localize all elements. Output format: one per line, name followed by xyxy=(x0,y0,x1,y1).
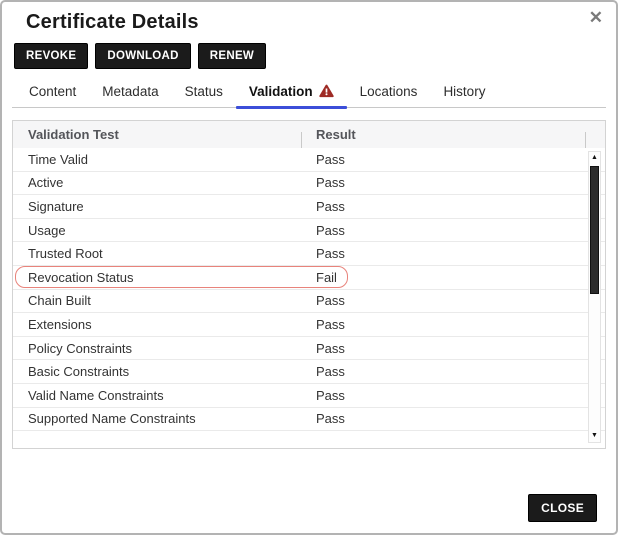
cell-result: Pass xyxy=(301,364,605,379)
table-row[interactable]: Valid Name Constraints Pass xyxy=(13,384,605,408)
cell-test: Extensions xyxy=(13,317,301,332)
cell-result: Pass xyxy=(301,246,605,261)
cell-result: Pass xyxy=(301,317,605,332)
table-row-revocation-status-failed[interactable]: Revocation Status Fail xyxy=(13,266,605,290)
cell-test: Trusted Root xyxy=(13,246,301,261)
cell-result: Pass xyxy=(301,411,605,426)
download-button[interactable]: DOWNLOAD xyxy=(95,43,190,69)
tab-metadata[interactable]: Metadata xyxy=(89,77,171,107)
scroll-down-icon[interactable]: ▼ xyxy=(589,431,600,441)
table-row[interactable]: Chain Built Pass xyxy=(13,290,605,314)
close-icon[interactable]: ✕ xyxy=(589,8,603,28)
table-row[interactable]: Policy Constraints Pass xyxy=(13,337,605,361)
cell-test: Active xyxy=(13,175,301,190)
warning-triangle-icon xyxy=(319,84,334,98)
cell-result: Pass xyxy=(301,388,605,403)
cell-test: Supported Name Constraints xyxy=(13,411,301,426)
cell-result: Pass xyxy=(301,293,605,308)
tab-history[interactable]: History xyxy=(430,77,498,107)
table-row[interactable]: Signature Pass xyxy=(13,195,605,219)
dialog-header: Certificate Details ✕ xyxy=(2,2,616,34)
cell-test: Usage xyxy=(13,223,301,238)
table-row[interactable]: Active Pass xyxy=(13,172,605,196)
tab-label: Validation xyxy=(249,84,313,99)
tab-content[interactable]: Content xyxy=(16,77,89,107)
close-button[interactable]: CLOSE xyxy=(528,494,597,522)
certificate-details-dialog: Certificate Details ✕ REVOKE DOWNLOAD RE… xyxy=(0,0,618,535)
tab-bar: Content Metadata Status Validation Locat… xyxy=(12,77,606,108)
dialog-title: Certificate Details xyxy=(26,11,602,34)
column-divider xyxy=(585,132,586,148)
tab-status[interactable]: Status xyxy=(172,77,236,107)
cell-result: Pass xyxy=(301,223,605,238)
tab-validation[interactable]: Validation xyxy=(236,77,347,107)
cell-test: Signature xyxy=(13,199,301,214)
revoke-button[interactable]: REVOKE xyxy=(14,43,88,69)
column-divider xyxy=(301,132,302,148)
table-row[interactable]: Supported Name Constraints Pass xyxy=(13,408,605,432)
tab-label: Content xyxy=(29,84,76,99)
cell-result: Pass xyxy=(301,152,605,167)
table-body: Time Valid Pass Active Pass Signature Pa… xyxy=(13,148,605,431)
cell-result-fail: Fail xyxy=(301,270,605,285)
column-header-result-label: Result xyxy=(316,127,356,142)
scrollbar-thumb[interactable] xyxy=(590,166,599,294)
table-scrollbar[interactable]: ▲ ▼ xyxy=(588,151,601,443)
cell-test: Basic Constraints xyxy=(13,364,301,379)
table-row[interactable]: Usage Pass xyxy=(13,219,605,243)
table-row[interactable]: Extensions Pass xyxy=(13,313,605,337)
tab-label: Locations xyxy=(360,84,418,99)
tab-label: Status xyxy=(185,84,223,99)
tab-label: History xyxy=(443,84,485,99)
cell-test: Time Valid xyxy=(13,152,301,167)
tab-locations[interactable]: Locations xyxy=(347,77,431,107)
tab-label: Metadata xyxy=(102,84,158,99)
cell-result: Pass xyxy=(301,341,605,356)
dialog-footer: CLOSE xyxy=(528,494,597,522)
scroll-up-icon[interactable]: ▲ xyxy=(589,153,600,163)
column-header-validation-test: Validation Test xyxy=(13,127,301,142)
cell-test: Revocation Status xyxy=(13,270,301,285)
table-row[interactable]: Time Valid Pass xyxy=(13,148,605,172)
renew-button[interactable]: RENEW xyxy=(198,43,266,69)
validation-results-table: Validation Test Result Time Valid Pass A… xyxy=(12,120,606,449)
cell-test: Valid Name Constraints xyxy=(13,388,301,403)
cell-test: Chain Built xyxy=(13,293,301,308)
cell-test: Policy Constraints xyxy=(13,341,301,356)
action-button-row: REVOKE DOWNLOAD RENEW xyxy=(2,34,616,69)
table-row[interactable]: Trusted Root Pass xyxy=(13,242,605,266)
table-header-row: Validation Test Result xyxy=(13,121,605,148)
table-row[interactable]: Basic Constraints Pass xyxy=(13,360,605,384)
column-header-result: Result xyxy=(301,127,605,142)
cell-result: Pass xyxy=(301,199,605,214)
cell-result: Pass xyxy=(301,175,605,190)
